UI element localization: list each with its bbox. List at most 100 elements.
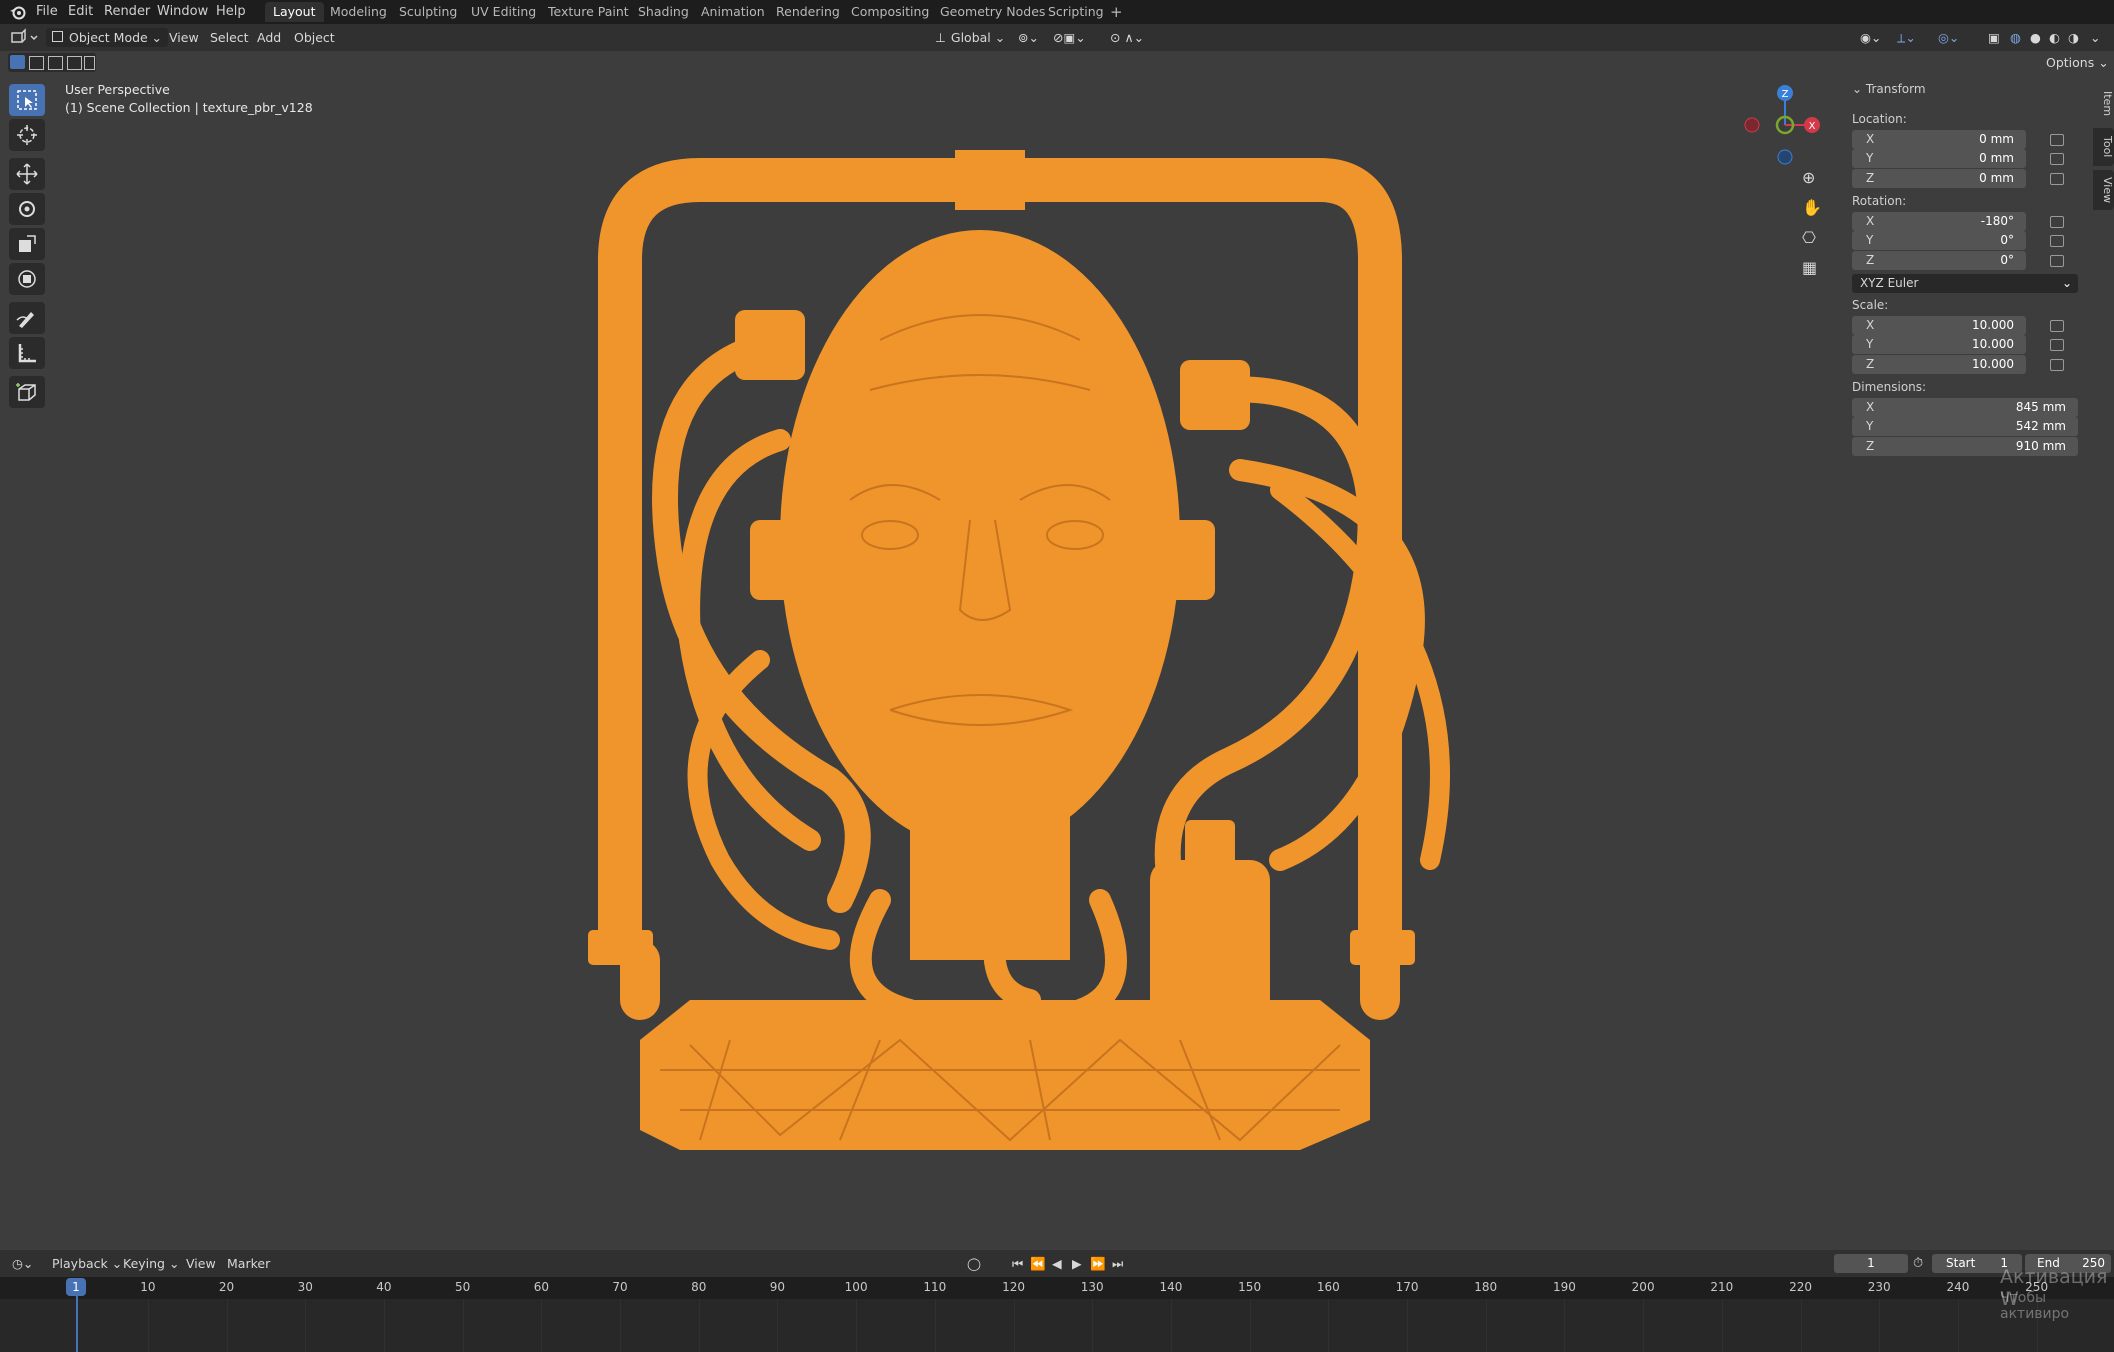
menu-render[interactable]: Render [104,4,150,19]
scale-x-field[interactable]: X 10.000 [1852,316,2026,335]
pivot-point-icon[interactable]: ⊚⌄ [1018,28,1039,47]
prev-keyframe-icon[interactable]: ⏪ [1030,1254,1046,1273]
xray-icon[interactable]: ▣ [1988,28,2000,47]
timeline-editor-icon[interactable]: ◷⌄ [12,1254,33,1273]
neg-x-axis-handle[interactable] [1744,117,1760,133]
jump-end-icon[interactable]: ⏭ [1112,1254,1123,1273]
rotation-y-field[interactable]: Y 0° [1852,231,2026,250]
lock-icon[interactable] [2050,134,2064,146]
scale-tool[interactable] [9,228,45,260]
next-keyframe-icon[interactable]: ⏩ [1090,1254,1106,1273]
lock-icon[interactable] [2050,339,2064,351]
menu-file[interactable]: File [36,4,58,19]
orthographic-grid-icon[interactable]: ▦ [1802,258,1817,277]
current-frame-field[interactable]: 1 [1834,1254,1908,1273]
overlays-icon[interactable]: ◎⌄ [1938,28,1959,47]
menu-window[interactable]: Window [157,4,208,19]
sidebar-tab-item[interactable]: Item [2093,84,2114,124]
options-dropdown[interactable]: Options ⌄ [2046,53,2109,72]
tab-texture-paint[interactable]: Texture Paint [540,2,637,22]
play-reverse-icon[interactable]: ◀ [1052,1254,1062,1273]
annotate-tool[interactable] [9,302,45,334]
gizmo-toggle-icon[interactable]: ⟂⌄ [1897,28,1916,47]
lock-icon[interactable] [2050,173,2064,185]
lock-icon[interactable] [2050,235,2064,247]
menu-object[interactable]: Object [294,28,335,47]
location-y-field[interactable]: Y 0 mm [1852,149,2026,168]
wireframe-shading-icon[interactable]: ◍ [2010,28,2021,47]
rotation-z-field[interactable]: Z 0° [1852,251,2026,270]
playback-menu[interactable]: Playback ⌄ [52,1254,122,1273]
location-z-field[interactable]: Z 0 mm [1852,169,2026,188]
timeline-track-area[interactable] [0,1299,2114,1352]
transform-section-header[interactable]: ⌄ Transform [1852,82,1926,96]
scale-z-field[interactable]: Z 10.000 [1852,355,2026,374]
play-icon[interactable]: ▶ [1072,1254,1082,1273]
select-extend-icon[interactable] [29,56,44,70]
menu-add[interactable]: Add [257,28,281,47]
jump-start-icon[interactable]: ⏮ [1012,1254,1023,1273]
timeline-view-menu[interactable]: View [186,1254,216,1273]
move-tool[interactable] [9,158,45,190]
pan-hand-icon[interactable]: ✋ [1802,198,1822,217]
playhead[interactable]: 1 [66,1278,86,1296]
shading-options-icon[interactable]: ⌄ [2090,28,2100,47]
mode-dropdown[interactable]: Object Mode ⌄ [46,28,168,47]
rotation-mode-dropdown[interactable]: XYZ Euler ⌄ [1852,274,2078,293]
tab-compositing[interactable]: Compositing [843,2,937,22]
dimensions-z-field[interactable]: Z 910 mm [1852,437,2078,456]
orientation-dropdown[interactable]: ⊥ Global ⌄ [935,28,1011,47]
tab-sculpting[interactable]: Sculpting [391,2,465,22]
auto-keying-icon[interactable]: ◯ [967,1254,981,1273]
location-x-field[interactable]: X 0 mm [1852,130,2026,149]
tab-modeling[interactable]: Modeling [322,2,395,22]
cursor-tool[interactable] [9,119,45,151]
select-new-icon[interactable] [10,55,25,69]
tab-shading[interactable]: Shading [630,2,697,22]
preview-range-icon[interactable]: ⏱ [1913,1256,1923,1271]
camera-view-icon[interactable]: ⎔ [1802,228,1816,247]
material-shading-icon[interactable]: ◐ [2049,28,2060,47]
menu-help[interactable]: Help [216,4,246,19]
blender-logo-icon[interactable] [8,3,26,25]
tab-geometry-nodes[interactable]: Geometry Nodes [932,2,1053,22]
select-invert-icon[interactable] [67,56,82,70]
editor-type-icon[interactable] [10,28,40,50]
zoom-icon[interactable]: ⊕ [1802,168,1815,187]
menu-select[interactable]: Select [210,28,249,47]
visibility-icon[interactable]: ◉⌄ [1860,28,1881,47]
lock-icon[interactable] [2050,320,2064,332]
select-subtract-icon[interactable] [48,56,63,70]
rendered-shading-icon[interactable]: ◑ [2068,28,2079,47]
lock-icon[interactable] [2050,255,2064,267]
tab-layout[interactable]: Layout [265,2,324,22]
sidebar-tab-tool[interactable]: Tool [2093,128,2114,166]
transform-tool[interactable] [9,263,45,295]
tab-scripting[interactable]: Scripting [1040,2,1112,22]
add-workspace-icon[interactable]: + [1110,3,1123,21]
add-cube-tool[interactable] [9,376,45,408]
select-box-tool[interactable] [9,84,45,116]
dimensions-y-field[interactable]: Y 542 mm [1852,417,2078,436]
sidebar-tab-view[interactable]: View [2093,170,2114,210]
tab-animation[interactable]: Animation [693,2,773,22]
neg-z-axis-handle[interactable] [1777,149,1793,165]
marker-menu[interactable]: Marker [227,1254,270,1273]
lock-icon[interactable] [2050,359,2064,371]
menu-edit[interactable]: Edit [68,4,93,19]
lock-icon[interactable] [2050,153,2064,165]
select-intersect-icon[interactable] [84,56,95,70]
scale-y-field[interactable]: Y 10.000 [1852,335,2026,354]
menu-view[interactable]: View [169,28,199,47]
model-wireframe[interactable] [580,140,1450,1170]
keying-menu[interactable]: Keying ⌄ [123,1254,179,1273]
dimensions-x-field[interactable]: X 845 mm [1852,398,2078,417]
lock-icon[interactable] [2050,216,2064,228]
tab-uv-editing[interactable]: UV Editing [463,2,544,22]
solid-shading-icon[interactable]: ● [2030,28,2041,47]
proportional-edit-icon[interactable]: ⊙ ∧⌄ [1110,28,1144,47]
measure-tool[interactable] [9,337,45,369]
snap-icon[interactable]: ⊘▣⌄ [1053,28,1086,47]
rotate-tool[interactable] [9,193,45,225]
navigation-gizmo[interactable]: Z X [1735,80,1825,170]
